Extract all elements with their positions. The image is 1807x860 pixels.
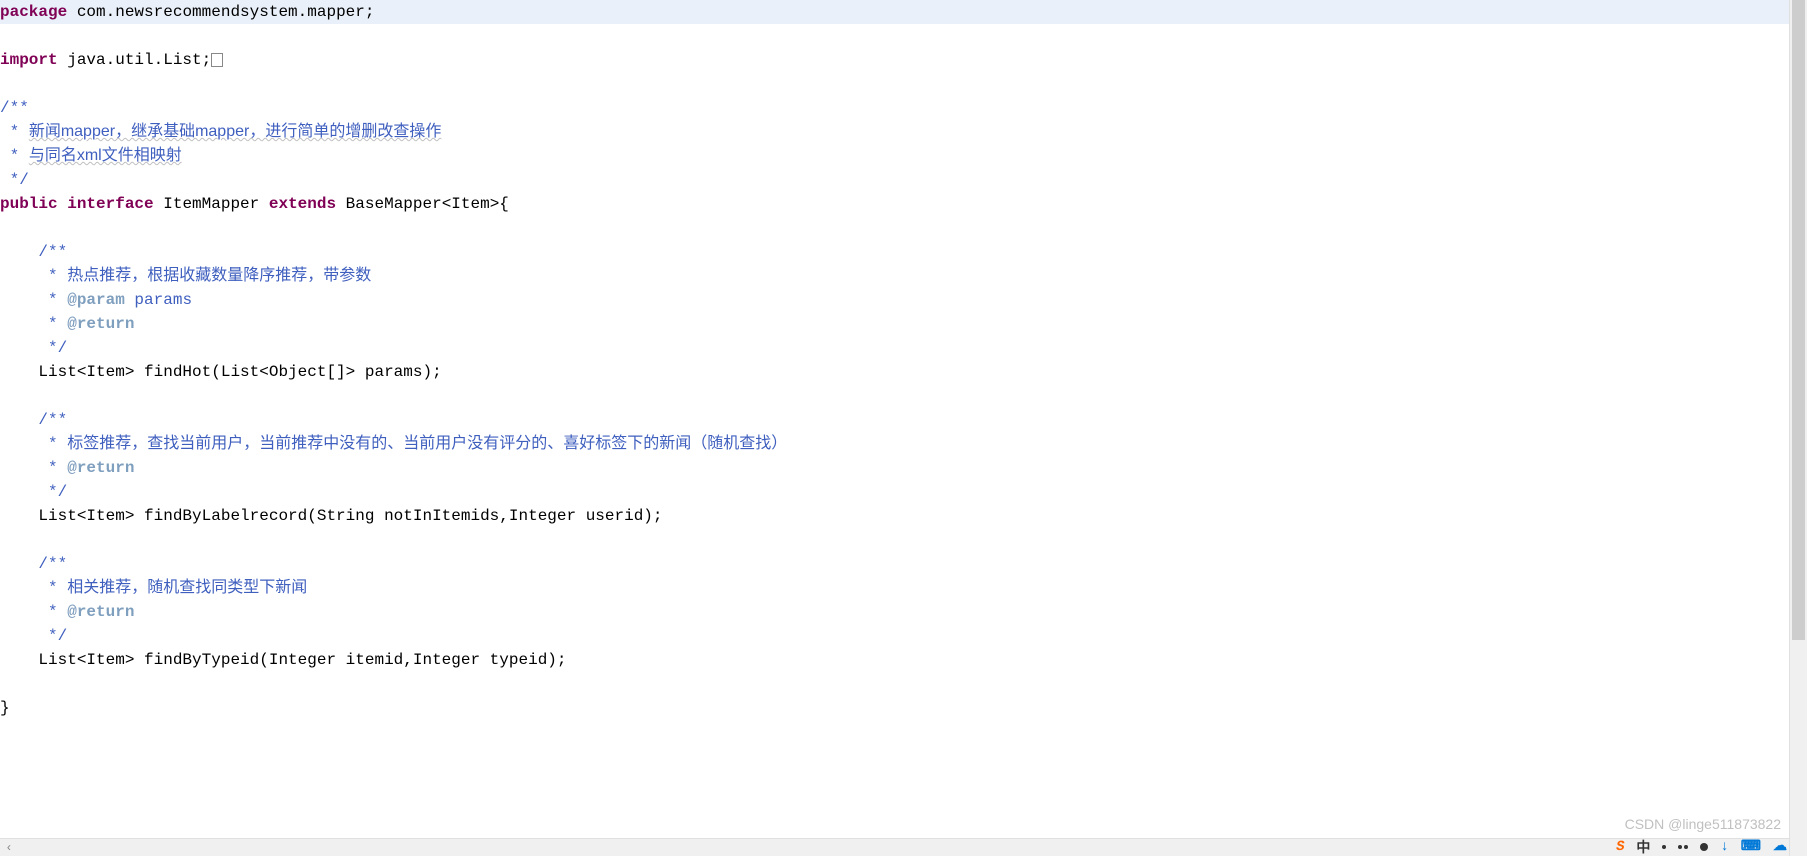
javadoc-text: 热点推荐，根据收藏数量降序推荐，带参数 [67, 267, 371, 284]
cloud-icon[interactable]: ☁ [1773, 835, 1787, 859]
javadoc-open: /** [0, 411, 67, 429]
javadoc-star: * [0, 579, 67, 597]
code-line-blank[interactable] [0, 72, 1789, 96]
code-line[interactable]: */ [0, 480, 1789, 504]
code-line[interactable]: */ [0, 624, 1789, 648]
javadoc-close: */ [0, 339, 67, 357]
javadoc-tag-return: @return [67, 603, 134, 621]
javadoc-text: 新闻mapper，继承基础mapper，进行简单的增删改查操作 [29, 123, 442, 140]
code-line[interactable]: * 相关推荐，随机查找同类型下新闻 [0, 576, 1789, 600]
javadoc-open: /** [0, 555, 67, 573]
javadoc-open: /** [0, 243, 67, 261]
code-line-blank[interactable] [0, 384, 1789, 408]
code-line[interactable]: } [0, 696, 1789, 720]
code-line[interactable]: public interface ItemMapper extends Base… [0, 192, 1789, 216]
folded-marker-icon[interactable] [211, 53, 223, 67]
javadoc-tag-return: @return [67, 315, 134, 333]
package-path: com.newsrecommendsystem.mapper; [67, 3, 374, 21]
javadoc-star: * [0, 603, 67, 621]
import-path: java.util.List; [58, 51, 212, 69]
system-tray: S 中 ↓ ⌨ ☁ [1616, 838, 1787, 856]
editor-wrap: package com.newsrecommendsystem.mapper; … [0, 0, 1807, 856]
scrollbar-thumb[interactable] [1792, 0, 1805, 640]
method-signature: List<Item> findByTypeid(Integer itemid,I… [0, 651, 567, 669]
class-tail: BaseMapper<Item>{ [336, 195, 509, 213]
space [58, 195, 68, 213]
javadoc-close: */ [0, 171, 29, 189]
javadoc-close: */ [0, 483, 67, 501]
class-close-brace: } [0, 699, 10, 717]
code-line-blank[interactable] [0, 528, 1789, 552]
javadoc-star: * [0, 267, 67, 285]
code-line[interactable]: * @return [0, 600, 1789, 624]
javadoc-close: */ [0, 627, 67, 645]
code-line[interactable]: * 热点推荐，根据收藏数量降序推荐，带参数 [0, 264, 1789, 288]
class-name: ItemMapper [154, 195, 269, 213]
keyword-public: public [0, 195, 58, 213]
download-icon[interactable]: ↓ [1720, 835, 1728, 859]
sogou-ime-icon[interactable]: S [1614, 835, 1627, 859]
keyword-interface: interface [67, 195, 153, 213]
javadoc-star: * [0, 147, 29, 165]
code-line[interactable]: /** [0, 408, 1789, 432]
vertical-scrollbar[interactable] [1789, 0, 1807, 856]
code-line[interactable]: List<Item> findHot(List<Object[]> params… [0, 360, 1789, 384]
javadoc-star: * [0, 123, 29, 141]
code-line[interactable]: * @return [0, 456, 1789, 480]
code-line-blank[interactable] [0, 24, 1789, 48]
javadoc-star: * [0, 315, 67, 333]
code-line[interactable]: /** [0, 96, 1789, 120]
keyword-import: import [0, 51, 58, 69]
keyword-package: package [0, 3, 67, 21]
code-line[interactable]: package com.newsrecommendsystem.mapper; [0, 0, 1789, 24]
javadoc-open: /** [0, 99, 29, 117]
scroll-left-arrow-icon[interactable]: ‹ [0, 839, 18, 857]
code-line[interactable]: * 与同名xml文件相映射 [0, 144, 1789, 168]
method-signature: List<Item> findHot(List<Object[]> params… [0, 363, 442, 381]
javadoc-text: 标签推荐，查找当前用户，当前推荐中没有的、当前用户没有评分的、喜好标签下的新闻（… [67, 435, 787, 452]
method-signature: List<Item> findByLabelrecord(String notI… [0, 507, 663, 525]
javadoc-star: * [0, 435, 67, 453]
ime-round-icon[interactable] [1700, 843, 1708, 851]
code-line[interactable]: */ [0, 336, 1789, 360]
code-line[interactable]: List<Item> findByLabelrecord(String notI… [0, 504, 1789, 528]
keyword-extends: extends [269, 195, 336, 213]
code-line[interactable]: * @return [0, 312, 1789, 336]
horizontal-scrollbar[interactable]: ‹ [0, 838, 1789, 856]
javadoc-text: 相关推荐，随机查找同类型下新闻 [67, 579, 307, 596]
code-line[interactable]: * 新闻mapper，继承基础mapper，进行简单的增删改查操作 [0, 120, 1789, 144]
javadoc-tag-return: @return [67, 459, 134, 477]
code-line[interactable]: */ [0, 168, 1789, 192]
code-line[interactable]: /** [0, 552, 1789, 576]
ime-language-icon[interactable]: 中 [1636, 835, 1650, 859]
code-line[interactable]: import java.util.List; [0, 48, 1789, 72]
javadoc-star: * [0, 459, 67, 477]
javadoc-text: 与同名xml文件相映射 [29, 147, 182, 164]
code-line-blank[interactable] [0, 672, 1789, 696]
code-line[interactable]: List<Item> findByTypeid(Integer itemid,I… [0, 648, 1789, 672]
javadoc-tag-param: @param [67, 291, 125, 309]
code-line[interactable]: * @param params [0, 288, 1789, 312]
ime-punct-icon[interactable] [1662, 845, 1666, 849]
javadoc-star: * [0, 291, 67, 309]
keyboard-icon[interactable]: ⌨ [1741, 835, 1761, 859]
ime-dots-icon[interactable] [1678, 845, 1688, 849]
code-editor[interactable]: package com.newsrecommendsystem.mapper; … [0, 0, 1789, 856]
code-line-blank[interactable] [0, 216, 1789, 240]
javadoc-param-name: params [125, 291, 192, 309]
code-line[interactable]: * 标签推荐，查找当前用户，当前推荐中没有的、当前用户没有评分的、喜好标签下的新… [0, 432, 1789, 456]
code-line[interactable]: /** [0, 240, 1789, 264]
